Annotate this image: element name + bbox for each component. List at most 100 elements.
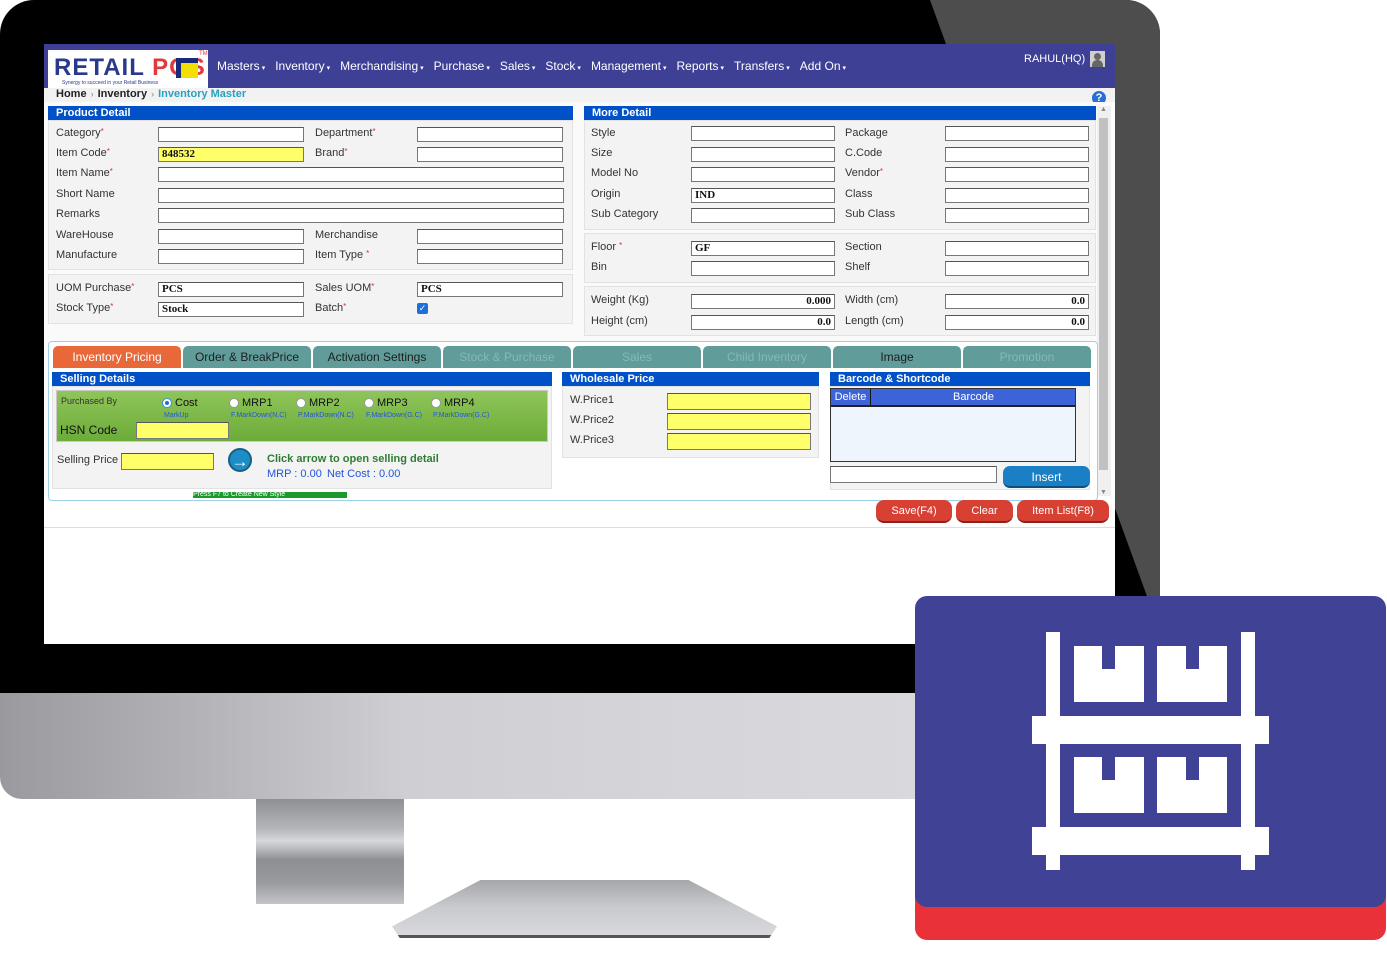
logo-trademark: TM [199, 51, 208, 57]
origin-label: Origin [591, 188, 621, 200]
section-input[interactable] [945, 241, 1089, 256]
tab-child-inventory[interactable]: Child Inventory [703, 346, 831, 368]
chevron-down-icon: ▾ [577, 65, 581, 72]
uom-purchase-input[interactable]: PCS [158, 282, 304, 297]
main-menu: Masters ▾ Inventory ▾ Merchandising ▾ Purch… [212, 59, 851, 73]
item-code-input[interactable]: 848532 [158, 147, 304, 162]
tab-activation-settings[interactable]: Activation Settings [313, 346, 441, 368]
class-input[interactable] [945, 188, 1089, 203]
product-detail-header: Product Detail [48, 106, 573, 120]
category-input[interactable] [158, 127, 304, 142]
breadcrumb: Home › Inventory › Inventory Master [56, 88, 246, 100]
menu-stock[interactable]: Stock ▾ [540, 59, 586, 73]
merchandise-input[interactable] [417, 229, 563, 244]
wprice1-input[interactable] [667, 393, 811, 410]
scroll-up-icon[interactable]: ▲ [1100, 106, 1107, 113]
chevron-down-icon: ▾ [786, 65, 790, 72]
item-type-label: Item Type * [315, 249, 370, 261]
menu-purchase[interactable]: Purchase ▾ [429, 59, 495, 73]
menu-label: Stock [545, 59, 576, 73]
menu-merchandising[interactable]: Merchandising ▾ [335, 59, 429, 73]
scrollbar-thumb[interactable] [1099, 118, 1108, 470]
weight-input[interactable]: 0.000 [691, 294, 835, 309]
department-input[interactable] [417, 127, 563, 142]
sub-class-input[interactable] [945, 208, 1089, 223]
menu-sales[interactable]: Sales ▾ [495, 59, 541, 73]
sub-category-label: Sub Category [591, 208, 659, 220]
retail-pos-logo[interactable]: RETAIL POS TM Synergy to succeed in your… [48, 50, 208, 90]
tab-stock-purchase[interactable]: Stock & Purchase [443, 346, 571, 368]
breadcrumb-current: Inventory Master [158, 88, 247, 100]
size-input[interactable] [691, 147, 835, 162]
logo-word-retail: RETAIL [54, 54, 145, 81]
menu-management[interactable]: Management ▾ [586, 59, 672, 73]
clear-button[interactable]: Clear [956, 500, 1013, 523]
brand-label: Brand* [315, 147, 348, 159]
vendor-label: Vendor* [845, 167, 883, 179]
column-delete: Delete [831, 389, 871, 405]
open-selling-detail-arrow-icon[interactable]: → [228, 448, 252, 472]
remarks-input[interactable] [158, 208, 564, 223]
menu-label: Sales [499, 59, 530, 73]
tab-order-breakprice[interactable]: Order & BreakPrice [183, 346, 311, 368]
item-name-input[interactable] [158, 167, 564, 182]
hsn-code-input[interactable] [136, 422, 229, 439]
sub-class-label: Sub Class [845, 208, 896, 220]
sales-uom-input[interactable]: PCS [417, 282, 563, 297]
vendor-input[interactable] [945, 167, 1089, 182]
radio-mrp4[interactable] [431, 398, 441, 408]
brand-input[interactable] [417, 147, 563, 162]
column-barcode: Barcode [953, 391, 994, 403]
menu-add-on[interactable]: Add On ▾ [795, 59, 851, 73]
user-avatar-icon[interactable] [1090, 51, 1105, 67]
length-input[interactable]: 0.0 [945, 315, 1089, 330]
wprice2-input[interactable] [667, 413, 811, 430]
tab-inventory-pricing[interactable]: Inventory Pricing [53, 346, 181, 368]
tab-sales[interactable]: Sales [573, 346, 701, 368]
shelf-input[interactable] [945, 261, 1089, 276]
wprice3-input[interactable] [667, 433, 811, 450]
width-input[interactable]: 0.0 [945, 294, 1089, 309]
menu-reports[interactable]: Reports ▾ [672, 59, 730, 73]
barcode-input[interactable] [830, 466, 997, 483]
radio-mrp2[interactable] [296, 398, 306, 408]
c-code-label: C.Code [845, 147, 883, 159]
breadcrumb-inventory[interactable]: Inventory [98, 88, 148, 100]
floor-input[interactable]: GF [691, 241, 835, 256]
item-list-button[interactable]: Item List(F8) [1017, 500, 1109, 523]
scroll-down-icon[interactable]: ▼ [1100, 489, 1107, 496]
menu-inventory[interactable]: Inventory ▾ [270, 59, 335, 73]
menu-masters[interactable]: Masters ▾ [212, 59, 270, 73]
insert-barcode-button[interactable]: Insert [1003, 466, 1090, 488]
short-name-input[interactable] [158, 188, 564, 203]
sub-category-input[interactable] [691, 208, 835, 223]
radio-mrp1[interactable] [229, 398, 239, 408]
height-label: Height (cm) [591, 315, 648, 327]
create-style-strip[interactable]: Press F7 to Create New Style [193, 492, 347, 498]
model-no-input[interactable] [691, 167, 835, 182]
menu-transfers[interactable]: Transfers ▾ [729, 59, 795, 73]
radio-mrp2-label: MRP2 [309, 397, 340, 409]
c-code-input[interactable] [945, 147, 1089, 162]
selling-price-input[interactable] [121, 453, 214, 470]
stock-type-input[interactable]: Stock [158, 302, 304, 317]
tab-image[interactable]: Image [833, 346, 961, 368]
package-input[interactable] [945, 126, 1089, 141]
user-name[interactable]: RAHUL(HQ) [1024, 53, 1085, 65]
radio-mrp3-label: MRP3 [377, 397, 408, 409]
breadcrumb-home[interactable]: Home [56, 88, 87, 100]
item-type-input[interactable] [417, 249, 563, 264]
batch-checkbox[interactable]: ✓ [417, 303, 428, 314]
manufacture-input[interactable] [158, 249, 304, 264]
style-input[interactable] [691, 126, 835, 141]
height-input[interactable]: 0.0 [691, 315, 835, 330]
origin-input[interactable]: IND [691, 188, 835, 203]
bin-input[interactable] [691, 261, 835, 276]
warehouse-input[interactable] [158, 229, 304, 244]
selling-detail-hint: Click arrow to open selling detail [267, 453, 439, 465]
radio-mrp3[interactable] [364, 398, 374, 408]
tab-promotion[interactable]: Promotion [963, 346, 1091, 368]
radio-cost[interactable] [162, 398, 172, 408]
vertical-scrollbar[interactable]: ▲ ▼ [1097, 106, 1111, 496]
save-button[interactable]: Save(F4) [876, 500, 952, 523]
